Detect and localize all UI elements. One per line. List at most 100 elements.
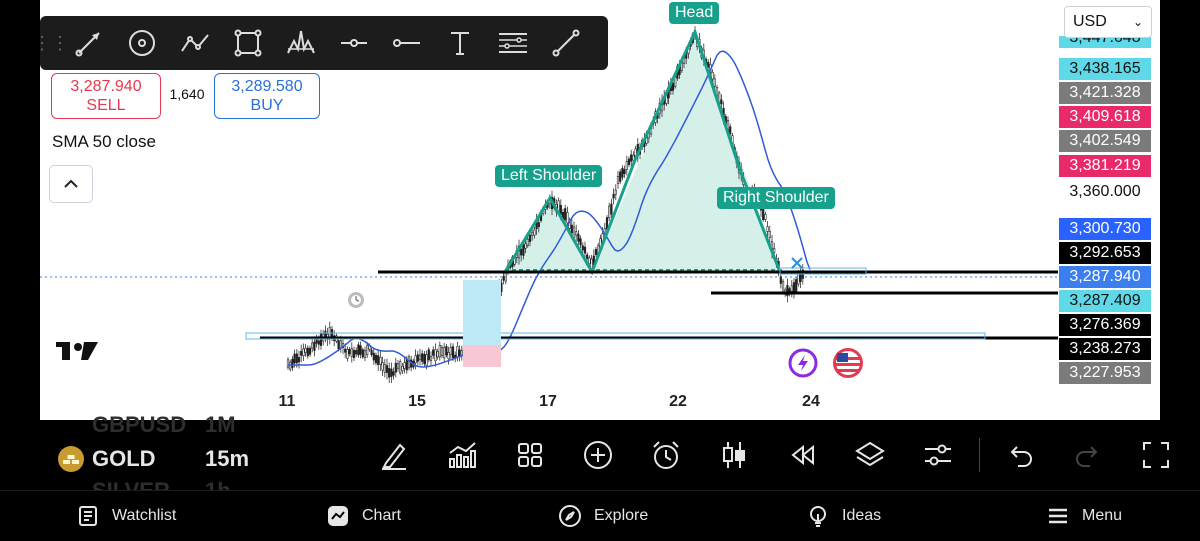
bottom-toolbar[interactable] [360,420,1200,490]
nav-menu-label: Menu [1082,507,1123,524]
replay-button[interactable] [768,420,836,490]
sell-button[interactable]: 3,287.940 SELL [51,73,161,119]
candle [399,361,402,374]
candle [799,273,802,282]
sliders-icon [925,444,951,466]
line-tool[interactable] [539,16,592,70]
currency-select[interactable]: USD ⌄ [1064,6,1152,38]
candle [762,208,765,220]
nav-ideas-label: Ideas [842,507,882,524]
x-tick-22: 22 [669,393,687,410]
candle [313,341,316,351]
nav-ideas[interactable]: Ideas [806,491,881,541]
x-marker [791,257,803,269]
candle [306,347,309,357]
tradingview-logo-icon [56,342,98,360]
path-icon [180,34,209,52]
redo-button[interactable] [1054,420,1122,490]
path-tool[interactable] [168,16,221,70]
left-shoulder-callout[interactable]: Left Shoulder [495,165,603,187]
candle [394,362,397,373]
circle-tool[interactable] [115,16,168,70]
candle [526,239,529,246]
candle-type-button[interactable] [700,420,768,490]
alert-button[interactable] [632,420,700,490]
candle [374,354,378,364]
candle [764,213,767,220]
candle [621,167,624,178]
symbol-picker[interactable]: GBPUSD 1M SILVER 1h GOLD 15m [0,412,360,503]
price-label: 3,360.000 [1059,181,1151,203]
rectangle-tool[interactable] [221,16,274,70]
alarm-clock-icon[interactable] [348,292,364,308]
drawing-toolbar[interactable]: ⋮⋮ [33,16,608,70]
price-label: 3,238.273 [1059,338,1151,360]
candle [388,368,391,378]
timeframe[interactable]: 15m [205,446,249,472]
candle [623,169,626,174]
horizontal-line-tool[interactable] [327,16,380,70]
candle [421,353,424,362]
nav-explore[interactable]: Explore [558,491,648,541]
candle [429,355,433,361]
collapse-legend-button[interactable] [49,165,93,203]
nav-chart[interactable]: Chart [326,491,401,541]
candle [583,246,587,254]
candle [304,347,307,353]
price-label: 3,409.618 [1059,106,1151,128]
horizontal-ray-tool[interactable] [380,16,433,70]
candle [295,353,298,364]
hamburger-icon [1049,508,1067,524]
candle [361,349,364,358]
symbol-name[interactable]: GOLD [92,446,156,472]
brush-tool-button[interactable] [360,420,428,490]
layers-button[interactable] [836,420,904,490]
candle [729,126,732,135]
compass-icon [559,505,581,527]
add-button[interactable] [564,420,632,490]
candle [438,344,441,358]
candle [423,353,426,365]
candle [720,99,723,105]
layers-icon [855,441,885,467]
buy-price: 3,289.580 [231,78,303,95]
toolbar-grip-icon[interactable]: ⋮⋮ [33,16,69,70]
ghost-prev-timeframe: 1M [205,412,236,437]
right-shoulder-callout[interactable]: Right Shoulder [717,187,835,209]
sell-price: 3,287.940 [70,78,142,95]
candle [625,161,628,170]
text-tool[interactable] [433,16,486,70]
undo-button[interactable] [986,420,1054,490]
circle-icon [128,30,155,56]
indicators-button[interactable] [428,420,496,490]
nav-watchlist[interactable]: Watchlist [76,491,176,541]
layout-button[interactable] [496,420,564,490]
price-label: 3,287.940 [1059,266,1151,288]
bottom-nav[interactable]: Watchlist Chart Explore Ideas Menu [0,490,1200,541]
trend-line-tool[interactable] [62,16,115,70]
undo-icon [1010,446,1032,467]
buy-button[interactable]: 3,289.580 BUY [214,73,320,119]
buy-label: BUY [250,97,284,114]
candle [570,224,573,234]
layout-grid-icon [518,443,542,467]
indicators-icon [449,442,476,468]
candle [533,229,536,236]
settings-button[interactable] [904,420,972,490]
text-icon [450,32,469,55]
candle [302,348,305,356]
watchlist-icon [79,506,97,526]
head-shoulders-tool[interactable] [274,16,327,70]
nav-menu[interactable]: Menu [1046,491,1122,541]
us-flag-event-icon[interactable] [833,348,863,378]
fullscreen-button[interactable] [1122,420,1190,490]
candle [768,231,771,238]
parallel-channel-tool[interactable] [486,16,539,70]
gold-symbol-icon [58,446,84,472]
candle [614,189,617,195]
indicator-legend[interactable]: SMA 50 close [52,132,156,152]
lightning-event-icon[interactable] [788,348,818,378]
head-callout[interactable]: Head [669,2,720,24]
candle [355,350,358,355]
rewind-icon [791,444,814,466]
